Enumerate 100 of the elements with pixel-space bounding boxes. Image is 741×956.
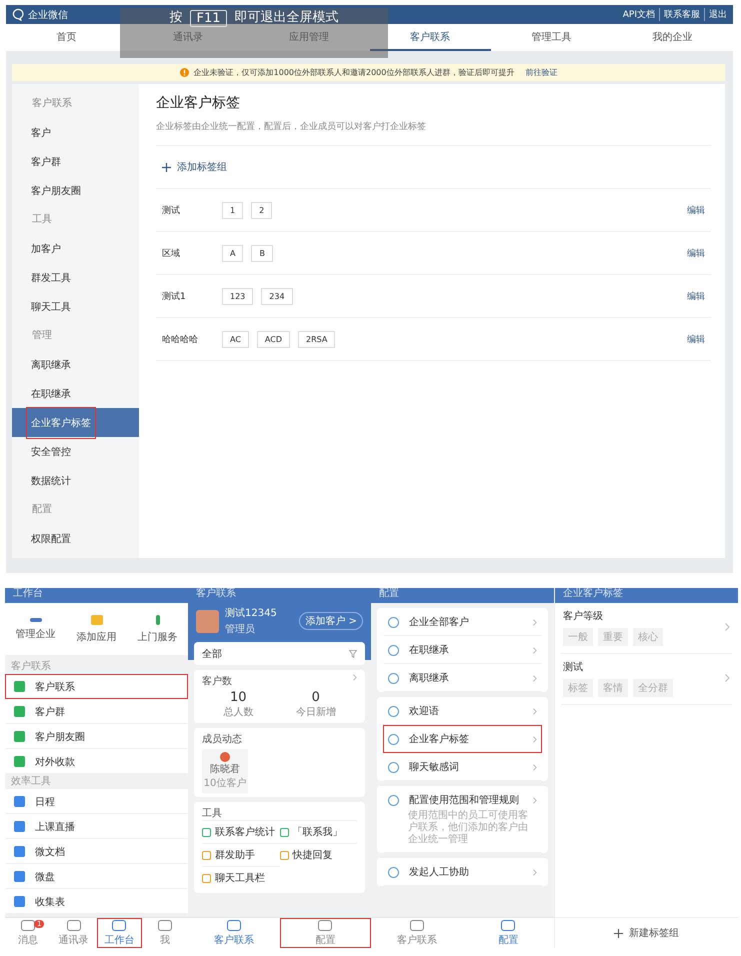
verify-link[interactable]: 前往验证	[525, 67, 558, 78]
tab-icon	[410, 920, 424, 930]
settings-item[interactable]: 离职继承	[383, 664, 542, 692]
tab-icon	[158, 920, 172, 930]
chevron-icon	[533, 796, 537, 804]
settings-item[interactable]: 配置使用范围和管理规则 使用范围中的员工可使用客户联系，他们添加的客户由企业统一管理	[383, 786, 542, 853]
add-customer-button[interactable]: 添加客户 >	[299, 612, 363, 630]
tool-item[interactable]: 联系客户统计	[202, 820, 280, 843]
nav-tab[interactable]: 我的企业	[612, 24, 734, 51]
settings-icon	[388, 616, 399, 628]
tag-chip: 123	[222, 288, 254, 304]
tag-group-name: 测试	[162, 204, 181, 216]
settings-item[interactable]: 发起人工协助	[383, 858, 542, 886]
filter-label: 全部	[202, 648, 222, 660]
tag-chip: 标签	[563, 679, 593, 697]
chevron-icon	[725, 674, 730, 682]
app-list-item[interactable]: 对外收款	[5, 749, 188, 774]
sidebar-heading: 工具	[31, 213, 53, 227]
bottom-tab[interactable]: 配置	[280, 918, 371, 948]
bottom-tab[interactable]: 客户联系	[188, 918, 280, 948]
app-list-item[interactable]: 微文档	[5, 839, 188, 864]
bottom-tab[interactable]: 工作台	[96, 918, 142, 948]
settings-item[interactable]: 企业客户标签	[383, 725, 542, 753]
edit-link[interactable]: 编辑	[687, 204, 705, 216]
app-list-item[interactable]: 微盘	[5, 864, 188, 889]
chevron-icon	[533, 708, 537, 714]
app-list-item[interactable]: 客户朋友圈	[5, 724, 188, 749]
header-link[interactable]: 退出	[704, 8, 727, 21]
bottom-tab[interactable]: 配置	[462, 918, 554, 948]
sidebar-heading: 管理	[31, 329, 53, 343]
sidebar-item[interactable]: 客户朋友圈	[12, 176, 139, 205]
settings-item[interactable]: 在职继承	[383, 636, 542, 664]
tab-icon	[501, 920, 516, 930]
tool-icon	[202, 874, 211, 882]
shortcut-label[interactable]: 添加应用	[76, 630, 116, 644]
tag-group-name: 测试1	[162, 290, 187, 302]
sidebar-item[interactable]: 安全管控	[12, 437, 139, 466]
bottom-tab[interactable]: 我	[142, 918, 188, 948]
bottom-tab[interactable]: 客户联系	[371, 918, 462, 948]
tool-icon	[280, 850, 288, 860]
chevron-icon	[533, 764, 537, 770]
app-list-item[interactable]: 上课直播	[5, 814, 188, 839]
nav-tab[interactable]: 首页	[6, 24, 128, 51]
app-list-item[interactable]: 日程	[5, 789, 188, 814]
settings-icon	[388, 644, 399, 656]
edit-link[interactable]: 编辑	[687, 332, 705, 346]
settings-icon	[388, 762, 399, 772]
tag-chip: 客情	[598, 679, 628, 697]
sidebar-item[interactable]: 加客户	[12, 234, 139, 263]
avatar-placeholder	[220, 752, 230, 762]
app-list-item[interactable]: 收集表	[5, 889, 188, 914]
tag-chip: 核心	[633, 628, 663, 646]
app-list-item[interactable]: 客户群	[5, 699, 188, 724]
edit-link[interactable]: 编辑	[687, 246, 705, 260]
filter-icon	[349, 650, 357, 658]
sidebar-item[interactable]: 离职继承	[12, 350, 139, 379]
header-link[interactable]: API文档	[622, 8, 655, 21]
sidebar-item[interactable]: 权限配置	[12, 524, 139, 553]
sidebar-item[interactable]: 在职继承	[12, 379, 139, 408]
sidebar-item[interactable]: 客户	[12, 118, 139, 147]
screen-title: 配置	[379, 588, 400, 600]
new-tag-group-button[interactable]: 新建标签组	[608, 925, 685, 941]
tag-chip: 2	[251, 202, 272, 218]
tool-item[interactable]: 聊天工具栏	[202, 866, 280, 889]
edit-link[interactable]: 编辑	[687, 290, 705, 302]
sidebar-item[interactable]: 聊天工具	[12, 292, 139, 321]
chevron-icon	[533, 868, 537, 876]
sidebar-item[interactable]: 数据统计	[12, 466, 139, 495]
filter-card[interactable]: 全部	[194, 642, 365, 665]
plus-icon	[162, 162, 171, 172]
app-list-item[interactable]: 客户联系	[5, 674, 188, 699]
tool-item[interactable]: 快捷回复	[280, 843, 357, 866]
tag-group[interactable]: 测试 标签 客情 全分群	[561, 654, 732, 705]
app-icon	[14, 756, 25, 767]
shortcut-label[interactable]: 管理企业	[16, 626, 56, 640]
add-tag-group-button[interactable]: 添加标签组	[156, 160, 227, 174]
tab-icon	[112, 920, 126, 930]
settings-item[interactable]: 聊天敏感词	[383, 753, 542, 781]
stat-value: 10	[230, 690, 247, 705]
settings-item[interactable]: 欢迎语	[383, 697, 542, 725]
sidebar-item[interactable]: 企业客户标签	[12, 408, 139, 437]
sidebar-item[interactable]: 群发工具	[12, 263, 139, 292]
settings-item[interactable]: 企业全部客户	[383, 608, 542, 636]
header-link[interactable]: 联系客服	[659, 8, 700, 21]
app-icon	[14, 846, 25, 857]
card-title: 成员动态	[202, 732, 242, 746]
member-card[interactable]: 陈晓君 10位客户	[202, 749, 248, 793]
tag-group[interactable]: 客户等级 一般 重要 核心	[561, 603, 732, 654]
tag-chip: B	[251, 244, 273, 262]
app-icon	[14, 871, 25, 882]
avatar-placeholder	[196, 610, 219, 632]
chat-bubble-icon	[12, 8, 25, 21]
tool-item[interactable]: 群发助手	[202, 843, 280, 866]
shortcut-label[interactable]: 上门服务	[138, 630, 178, 644]
nav-tab[interactable]: 管理工具	[490, 24, 612, 51]
bottom-tab[interactable]: 通讯录	[50, 918, 96, 948]
sidebar-item[interactable]: 客户群	[12, 147, 139, 176]
tool-item[interactable]: 「联系我」	[280, 820, 357, 843]
chevron-icon	[533, 736, 537, 742]
tab-icon	[66, 920, 81, 930]
